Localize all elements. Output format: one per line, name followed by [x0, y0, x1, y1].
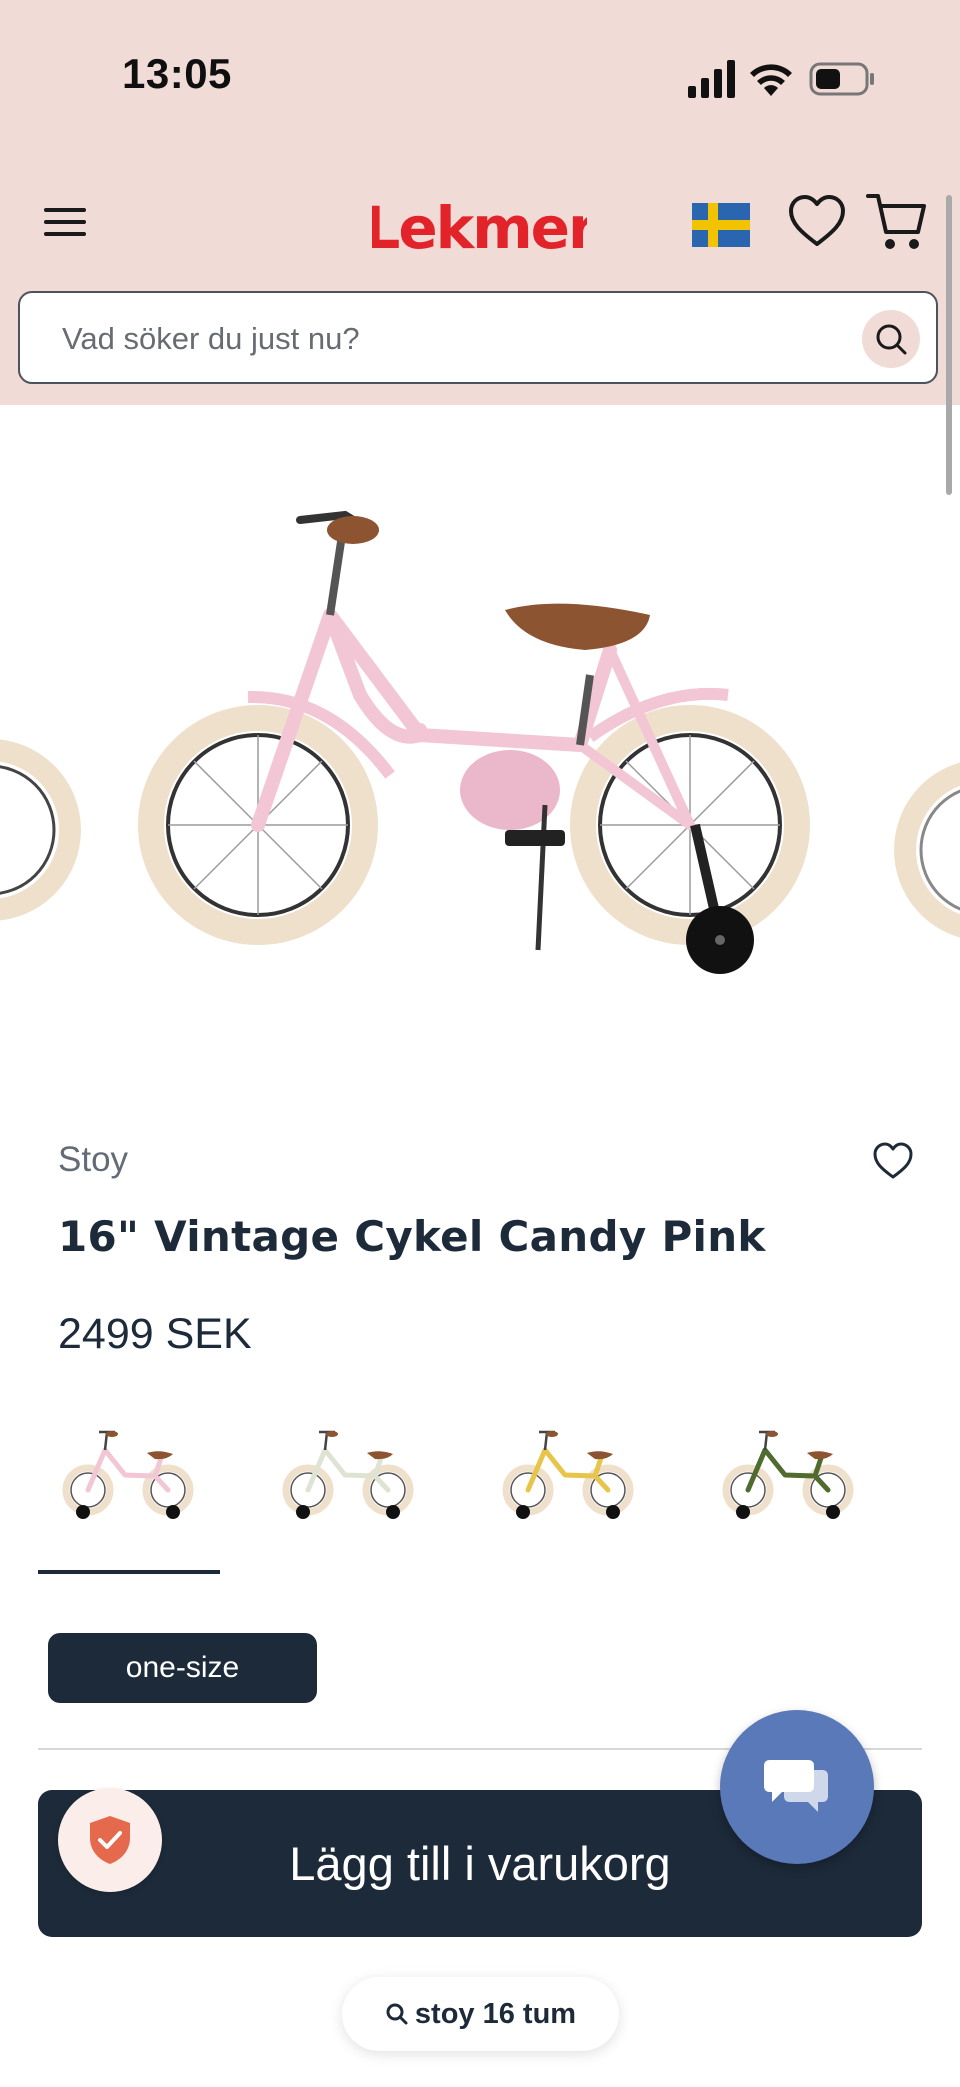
wifi-icon	[750, 64, 792, 96]
cart-icon[interactable]	[866, 190, 926, 254]
status-time: 13:05	[122, 50, 232, 97]
chat-button[interactable]	[720, 1710, 874, 1864]
signal-icon	[688, 60, 735, 98]
battery-icon	[809, 62, 874, 96]
selected-variant-indicator	[38, 1570, 220, 1574]
recent-search-pill[interactable]: stoy 16 tum	[342, 1977, 619, 2051]
product-brand[interactable]: Stoy	[58, 1140, 128, 1180]
chat-bubbles-icon	[764, 1760, 828, 1812]
size-option-button[interactable]: one-size	[48, 1633, 317, 1703]
search-input[interactable]	[60, 315, 844, 363]
lekmer-logo[interactable]: Lekmer	[372, 188, 587, 263]
shield-check-icon	[90, 1816, 130, 1864]
svg-text:Lekmer: Lekmer	[372, 194, 587, 262]
wishlist-heart-icon[interactable]	[787, 192, 847, 252]
search-icon	[386, 2003, 408, 2025]
sweden-flag-icon[interactable]	[692, 203, 750, 247]
recent-search-label: stoy 16 tum	[414, 1997, 577, 2030]
search-button[interactable]	[862, 310, 920, 368]
favorite-heart-icon[interactable]	[872, 1140, 914, 1182]
product-price: 2499 SEK	[58, 1310, 252, 1358]
trust-shield-badge[interactable]	[58, 1788, 162, 1892]
previous-image-peek	[0, 739, 81, 921]
product-title: 16" Vintage Cykel Candy Pink	[58, 1212, 766, 1261]
search-bar	[18, 291, 938, 384]
search-icon	[876, 324, 907, 355]
variant-thumbnail-1[interactable]	[55, 1420, 205, 1530]
menu-icon[interactable]	[40, 198, 94, 246]
product-image-carousel[interactable]	[0, 405, 960, 1085]
next-image-peek	[894, 762, 960, 938]
variant-thumbnail-4[interactable]	[715, 1420, 865, 1530]
bike-image	[138, 510, 810, 974]
variant-thumbnail-3[interactable]	[495, 1420, 645, 1530]
status-icons	[688, 60, 874, 98]
variant-thumbnail-2[interactable]	[275, 1420, 425, 1530]
